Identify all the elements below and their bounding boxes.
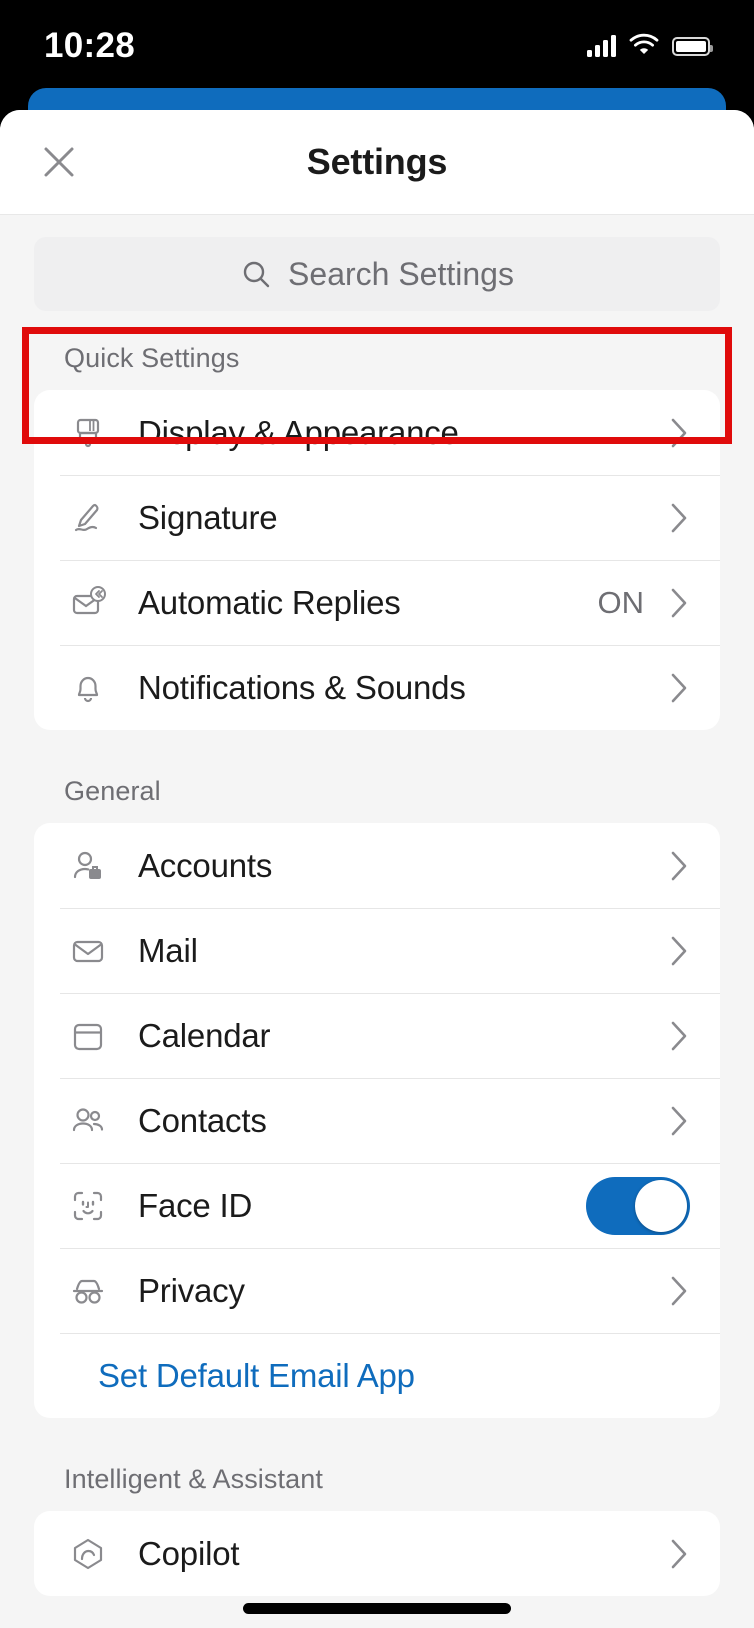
signal-bars-icon <box>587 35 616 57</box>
search-input[interactable]: Search Settings <box>34 237 720 311</box>
settings-row-label: Display & Appearance <box>138 413 459 451</box>
chevron-right-icon <box>668 934 690 968</box>
home-indicator <box>243 1603 511 1614</box>
settings-row-accounts[interactable]: Accounts <box>34 823 720 908</box>
settings-row-contacts[interactable]: Contacts <box>34 1078 720 1163</box>
calendar-icon <box>60 1017 116 1055</box>
settings-row-signature[interactable]: Signature <box>34 475 720 560</box>
incognito-glasses-icon <box>60 1272 116 1310</box>
mail-reply-icon <box>60 584 116 622</box>
settings-row-mail[interactable]: Mail <box>34 908 720 993</box>
settings-row-notifications-sounds[interactable]: Notifications & Sounds <box>34 645 720 730</box>
section-card-intelligent-assistant: Copilot <box>34 1511 720 1596</box>
page-title: Settings <box>306 141 448 182</box>
status-badge: ON <box>597 584 645 620</box>
chevron-right-icon <box>668 1104 690 1138</box>
bell-icon <box>60 669 116 707</box>
settings-row-label: Notifications & Sounds <box>138 668 466 706</box>
search-icon <box>243 261 270 288</box>
copilot-icon <box>60 1535 116 1573</box>
settings-row-label: Signature <box>138 498 278 536</box>
battery-full-icon <box>672 36 713 56</box>
people-icon <box>60 1102 116 1140</box>
envelope-icon <box>60 932 116 970</box>
section-header-quick-settings: Quick Settings <box>64 343 240 373</box>
settings-row-face-id[interactable]: Face ID <box>34 1163 720 1248</box>
close-button[interactable] <box>36 139 82 185</box>
settings-row-label: Automatic Replies <box>138 583 401 621</box>
wifi-icon <box>629 33 659 60</box>
paintbrush-icon <box>60 414 116 452</box>
chevron-right-icon <box>668 671 690 705</box>
settings-row-copilot[interactable]: Copilot <box>34 1511 720 1596</box>
settings-row-label: Privacy <box>138 1271 245 1309</box>
chevron-right-icon <box>668 849 690 883</box>
status-bar-icons <box>587 33 713 60</box>
settings-row-label: Accounts <box>138 846 273 884</box>
section-header-general: General <box>64 776 161 806</box>
toggle-knob <box>635 1179 687 1232</box>
chevron-right-icon <box>668 586 690 620</box>
settings-row-label: Set Default Email App <box>98 1356 415 1394</box>
settings-row-privacy[interactable]: Privacy <box>34 1248 720 1333</box>
settings-row-label: Contacts <box>138 1101 267 1139</box>
face-id-toggle[interactable] <box>586 1176 690 1235</box>
settings-row-label: Face ID <box>138 1186 253 1224</box>
section-header-intelligent-assistant: Intelligent & Assistant <box>64 1464 323 1494</box>
sheet-header: Settings <box>0 110 754 215</box>
settings-row-label: Calendar <box>138 1016 271 1054</box>
settings-row-automatic-replies[interactable]: Automatic Replies ON <box>34 560 720 645</box>
search-zone: Search Settings <box>0 215 754 337</box>
settings-row-label: Copilot <box>138 1534 240 1572</box>
chevron-right-icon <box>668 1274 690 1308</box>
settings-row-set-default-email-app[interactable]: Set Default Email App <box>34 1333 720 1418</box>
search-placeholder: Search Settings <box>288 255 514 292</box>
chevron-right-icon <box>668 416 690 450</box>
chevron-right-icon <box>668 1537 690 1571</box>
settings-scroll-area[interactable]: Search Settings Quick Settings Display &… <box>0 215 754 1628</box>
close-icon <box>44 147 74 177</box>
chevron-right-icon <box>668 501 690 535</box>
chevron-right-icon <box>668 1019 690 1053</box>
settings-row-display-appearance[interactable]: Display & Appearance <box>34 390 720 475</box>
face-id-icon <box>60 1187 116 1225</box>
section-card-quick-settings: Display & Appearance Signature Automatic… <box>34 390 720 730</box>
status-bar: 10:28 <box>0 0 754 88</box>
status-bar-time: 10:28 <box>44 26 136 65</box>
settings-row-calendar[interactable]: Calendar <box>34 993 720 1078</box>
settings-sheet: Settings Search Settings Quick Settings <box>0 110 754 1628</box>
person-briefcase-icon <box>60 847 116 885</box>
section-card-general: Accounts Mail Calendar Contacts Face ID … <box>34 823 720 1418</box>
settings-row-label: Mail <box>138 931 198 969</box>
pen-signature-icon <box>60 499 116 537</box>
